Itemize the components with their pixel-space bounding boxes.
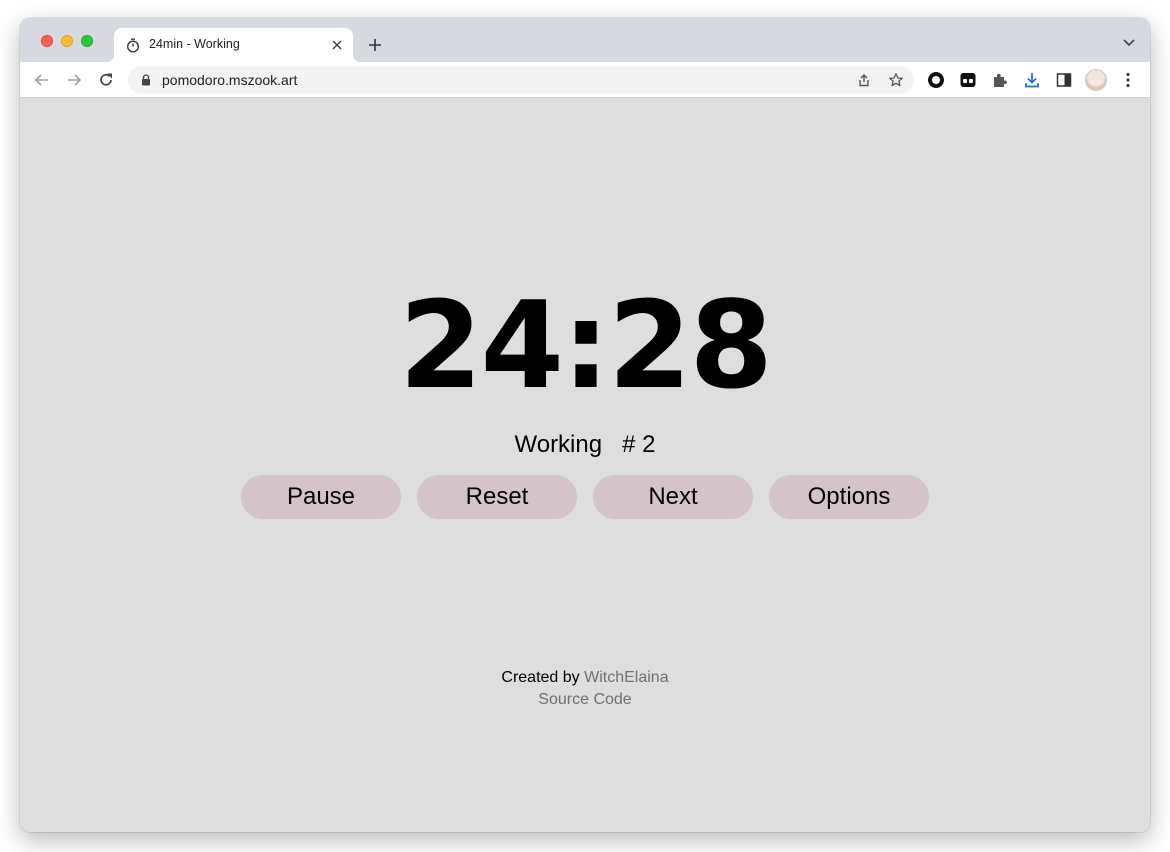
- pomodoro-page: 24:28 Working # 2 Pause Reset Next Optio…: [20, 99, 1150, 832]
- tab-title: 24min - Working: [149, 37, 240, 51]
- next-button[interactable]: Next: [593, 475, 753, 519]
- maximize-window-button[interactable]: [81, 35, 93, 47]
- chevron-down-icon[interactable]: [1122, 38, 1136, 48]
- bookmark-star-icon[interactable]: [888, 72, 904, 88]
- address-bar[interactable]: pomodoro.mszook.art: [128, 66, 914, 94]
- lock-icon: [142, 74, 150, 86]
- timer-display: 24:28: [399, 277, 773, 416]
- profile-avatar[interactable]: [1085, 69, 1107, 91]
- new-tab-icon[interactable]: [366, 36, 384, 54]
- reload-icon[interactable]: [97, 71, 115, 89]
- options-button[interactable]: Options: [769, 475, 929, 519]
- session-number: # 2: [622, 431, 656, 458]
- back-arrow-icon[interactable]: [33, 71, 51, 89]
- pause-button[interactable]: Pause: [241, 475, 401, 519]
- footer: Created by WitchElaina Source Code: [20, 667, 1150, 711]
- side-panel-icon[interactable]: [1055, 71, 1073, 89]
- browser-toolbar: pomodoro.mszook.art: [20, 62, 1150, 98]
- reset-button[interactable]: Reset: [417, 475, 577, 519]
- close-window-button[interactable]: [41, 35, 53, 47]
- extension-mask-icon[interactable]: [959, 71, 977, 89]
- stopwatch-icon: [126, 38, 140, 53]
- session-status: Working # 2: [20, 431, 1150, 459]
- created-by-text: Created by: [501, 669, 580, 686]
- mode-label: Working: [514, 431, 603, 458]
- timer-controls: Pause Reset Next Options: [241, 475, 929, 519]
- forward-arrow-icon[interactable]: [65, 71, 83, 89]
- extension-circle-icon[interactable]: [927, 71, 945, 89]
- tab-strip: 24min - Working: [20, 18, 1150, 62]
- active-tab[interactable]: 24min - Working: [106, 28, 361, 62]
- author-link[interactable]: WitchElaina: [584, 669, 668, 686]
- credits-line: Created by WitchElaina: [20, 667, 1150, 689]
- source-code-link[interactable]: Source Code: [538, 691, 631, 708]
- browser-window: 24min - Working pomodoro.mszook.art 24:2…: [20, 18, 1150, 832]
- download-icon[interactable]: [1023, 71, 1041, 89]
- url-text: pomodoro.mszook.art: [162, 72, 298, 88]
- minimize-window-button[interactable]: [61, 35, 73, 47]
- more-menu-icon[interactable]: [1119, 71, 1137, 89]
- extensions-puzzle-icon[interactable]: [991, 71, 1009, 89]
- tab-close-icon[interactable]: [329, 37, 345, 53]
- share-icon[interactable]: [856, 72, 872, 88]
